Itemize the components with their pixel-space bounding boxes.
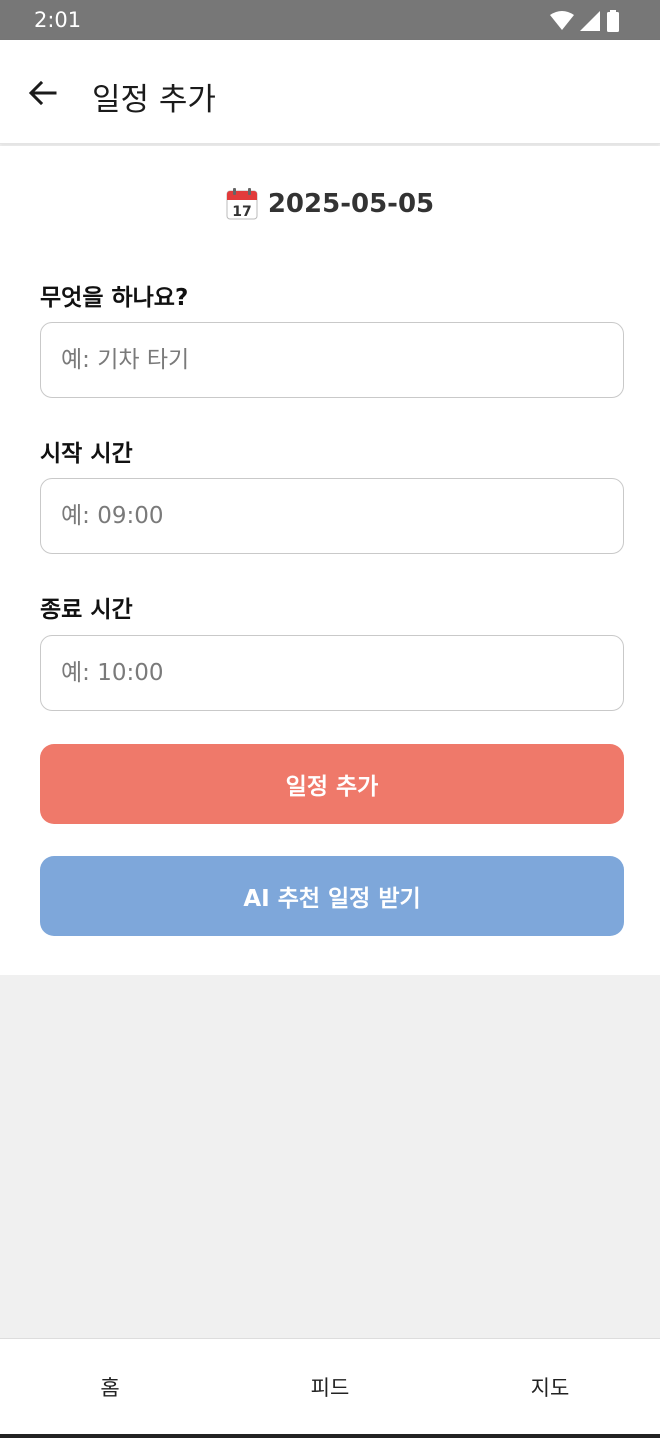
date-text: 2025-05-05 [267,189,435,219]
back-button[interactable] [26,76,60,110]
add-schedule-button[interactable]: 일정 추가 [40,744,624,824]
schedule-form: 17 2025-05-05 무엇을 하나요? 시작 시간 종료 시간 일정 추가… [0,146,660,975]
wifi-icon [550,11,574,30]
status-time: 2:01 [34,8,82,32]
selected-date: 17 2025-05-05 [0,184,660,224]
nav-item-map[interactable]: 지도 [440,1339,660,1434]
start-time-label: 시작 시간 [40,441,133,467]
status-icons [550,10,620,32]
calendar-icon: 17 [226,188,258,220]
page-title: 일정 추가 [92,82,216,118]
signal-icon [580,11,600,31]
bottom-nav: 홈 피드 지도 [0,1338,660,1434]
status-bar: 2:01 [0,0,660,40]
activity-input[interactable] [40,322,624,398]
svg-text:17: 17 [232,204,251,220]
start-time-input[interactable] [40,478,624,554]
end-time-label: 종료 시간 [40,597,133,623]
system-nav-line [0,1434,660,1438]
nav-item-feed[interactable]: 피드 [220,1339,440,1434]
battery-icon [607,10,619,32]
end-time-input[interactable] [40,635,624,711]
ai-recommend-button[interactable]: AI 추천 일정 받기 [40,856,624,936]
app-bar: 일정 추가 [0,40,660,144]
nav-item-home[interactable]: 홈 [0,1339,220,1434]
activity-label: 무엇을 하나요? [40,285,189,311]
arrow-back-icon [28,80,57,106]
